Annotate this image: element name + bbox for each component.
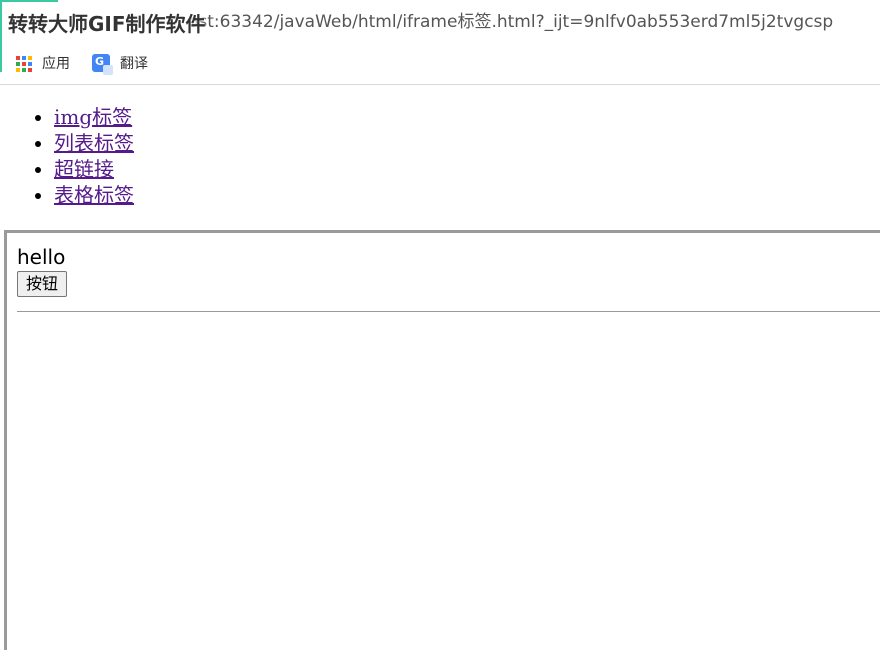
iframe-frame[interactable]: hello 按钮 — [4, 230, 880, 650]
list-item: img标签 — [54, 104, 134, 130]
bookmarks-bar: 应用 G 翻译 — [0, 50, 880, 76]
horizontal-rule — [17, 311, 880, 312]
list-item: 表格标签 — [54, 182, 134, 208]
link-table-tag[interactable]: 表格标签 — [54, 183, 134, 207]
watermark-text: 转转大师GIF制作软件 — [8, 12, 206, 36]
apps-grid-icon — [14, 54, 32, 72]
link-img-tag[interactable]: img标签 — [54, 105, 132, 129]
iframe-content: hello 按钮 — [17, 245, 880, 312]
link-hyperlink[interactable]: 超链接 — [54, 157, 114, 181]
watermark-accent-line — [0, 0, 58, 2]
bookmark-apps[interactable]: 应用 — [14, 50, 70, 76]
hello-text: hello — [17, 245, 66, 269]
bookmark-translate-label: 翻译 — [120, 56, 148, 72]
translate-icon: G — [92, 54, 113, 75]
tag-link-list: img标签 列表标签 超链接 表格标签 — [0, 104, 134, 208]
bookmark-apps-label: 应用 — [42, 56, 70, 72]
bookmark-translate[interactable]: G 翻译 — [92, 50, 148, 76]
iframe-button[interactable]: 按钮 — [17, 271, 68, 297]
list-item: 列表标签 — [54, 130, 134, 156]
list-item: 超链接 — [54, 156, 134, 182]
browser-toolbar: ost:63342/javaWeb/html/iframe标签.html?_ij… — [0, 0, 880, 85]
link-list-tag[interactable]: 列表标签 — [54, 131, 134, 155]
address-url[interactable]: ost:63342/javaWeb/html/iframe标签.html?_ij… — [188, 12, 833, 32]
